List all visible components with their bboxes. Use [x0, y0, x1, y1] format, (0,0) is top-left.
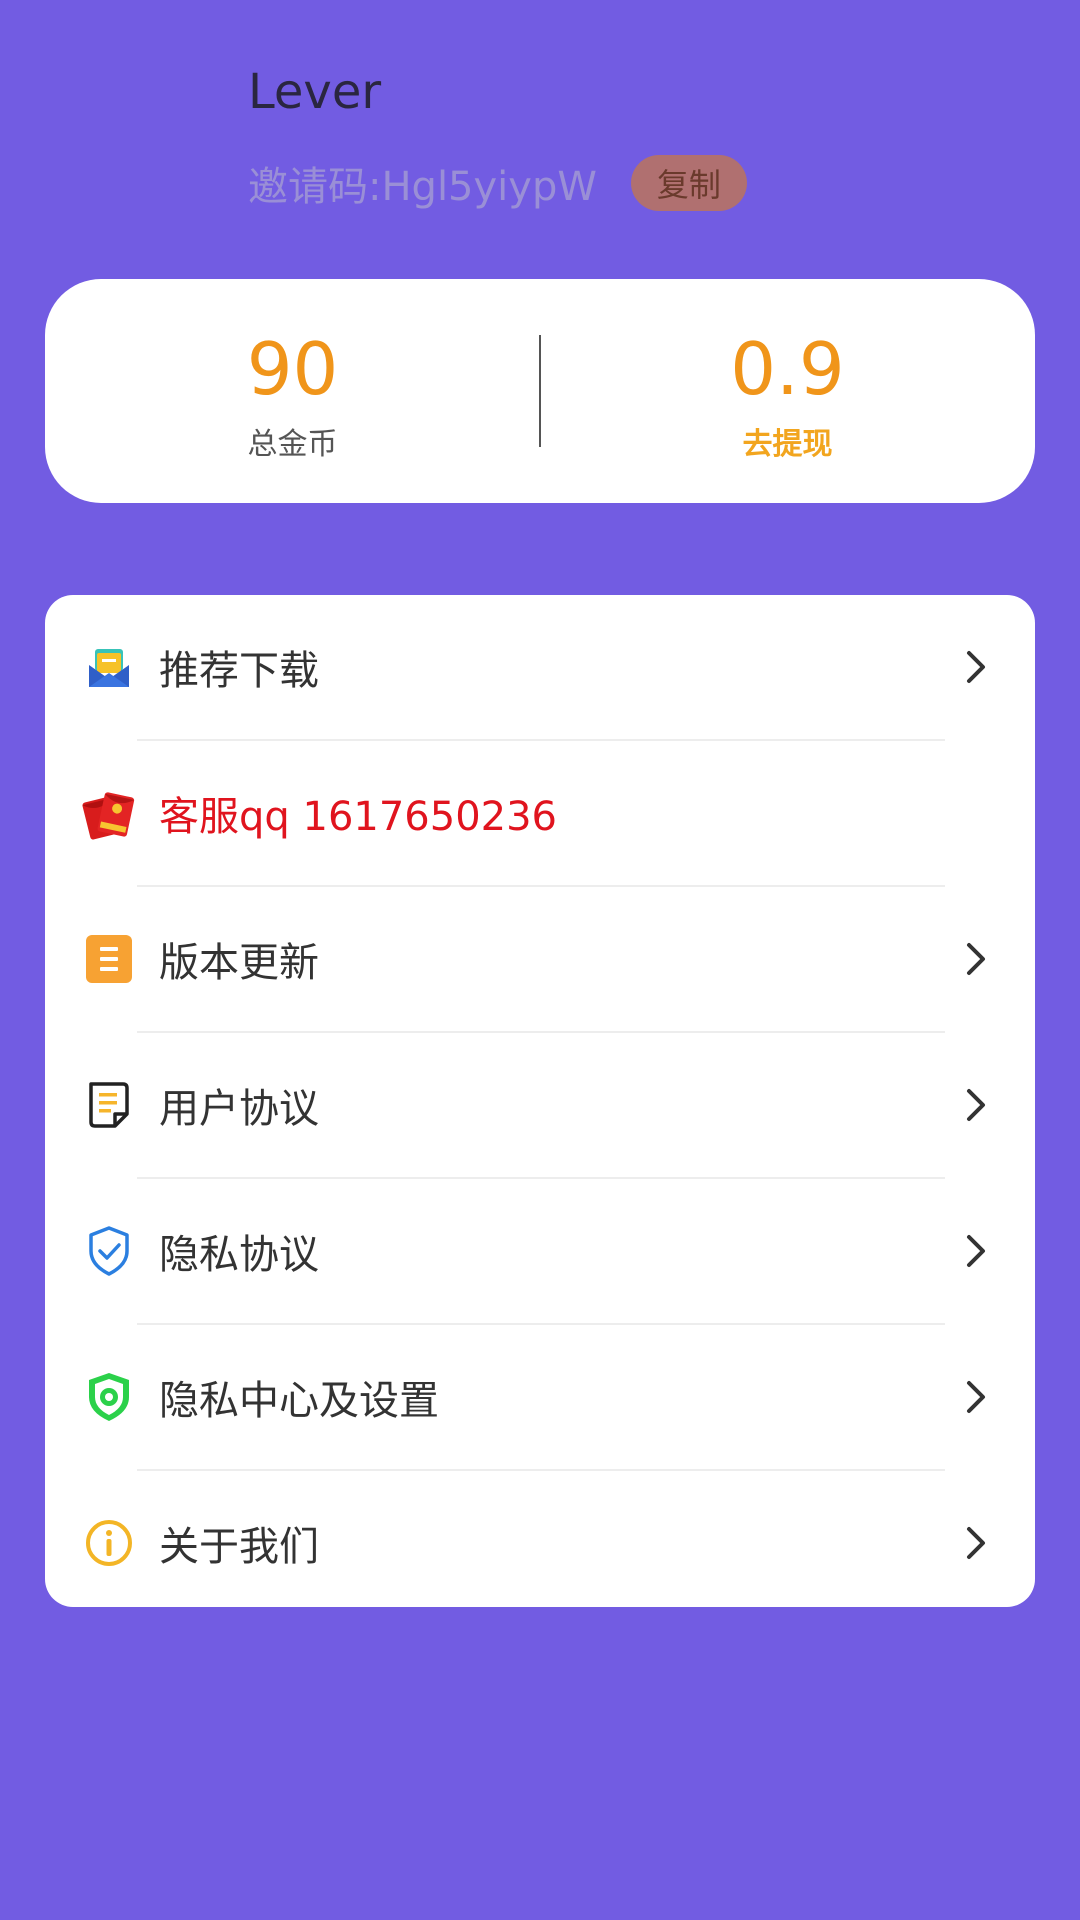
menu-item-customer-service[interactable]: 客服qq 1617650236 — [45, 741, 1035, 885]
shield-check-icon — [81, 1223, 137, 1279]
menu-item-privacy-settings[interactable]: 隐私中心及设置 — [45, 1325, 1035, 1469]
menu-item-version-update[interactable]: 版本更新 — [45, 887, 1035, 1031]
total-coins-value: 90 — [246, 327, 339, 411]
agreement-doc-icon — [81, 1077, 137, 1133]
total-coins-label: 总金币 — [247, 427, 338, 462]
chevron-right-icon — [967, 1089, 985, 1121]
username: Lever — [248, 64, 382, 120]
menu-label-version-update: 版本更新 — [159, 940, 319, 986]
invite-row: 邀请码:Hgl5yiypW 复制 — [248, 154, 747, 212]
chevron-right-icon — [967, 1527, 985, 1559]
copy-button[interactable]: 复制 — [630, 155, 747, 211]
menu-label-privacy-settings: 隐私中心及设置 — [159, 1378, 439, 1424]
total-coins-stat: 90 总金币 — [45, 279, 540, 503]
menu-item-privacy-agreement[interactable]: 隐私协议 — [45, 1179, 1035, 1323]
menu-label-user-agreement: 用户协议 — [159, 1086, 319, 1132]
menu-item-user-agreement[interactable]: 用户协议 — [45, 1033, 1035, 1177]
withdraw-button[interactable]: 0.9 去提现 — [540, 279, 1035, 503]
red-envelope-icon — [81, 785, 137, 841]
shield-gear-icon — [81, 1369, 137, 1425]
menu-label-customer-service: 客服qq 1617650236 — [159, 794, 557, 840]
menu-item-about-us[interactable]: 关于我们 — [45, 1471, 1035, 1607]
withdraw-value: 0.9 — [730, 327, 845, 411]
chevron-right-icon — [967, 1235, 985, 1267]
menu-label-about-us: 关于我们 — [159, 1524, 319, 1570]
chevron-right-icon — [967, 943, 985, 975]
document-update-icon — [81, 931, 137, 987]
invite-code: 邀请码:Hgl5yiypW — [248, 164, 597, 210]
chevron-right-icon — [967, 1381, 985, 1413]
menu-item-recommend-download[interactable]: 推荐下载 — [45, 595, 1035, 739]
withdraw-label: 去提现 — [742, 427, 833, 462]
stats-card: 90 总金币 0.9 去提现 — [45, 279, 1035, 503]
menu-label-privacy-agreement: 隐私协议 — [159, 1232, 319, 1278]
info-icon — [81, 1515, 137, 1571]
menu-label-recommend-download: 推荐下载 — [159, 648, 319, 694]
menu-list: 推荐下载 客服qq 1617650236 版本更新 用户协议 隐私协议 隐私中心… — [45, 595, 1035, 1607]
envelope-download-icon — [81, 639, 137, 695]
chevron-right-icon — [967, 651, 985, 683]
